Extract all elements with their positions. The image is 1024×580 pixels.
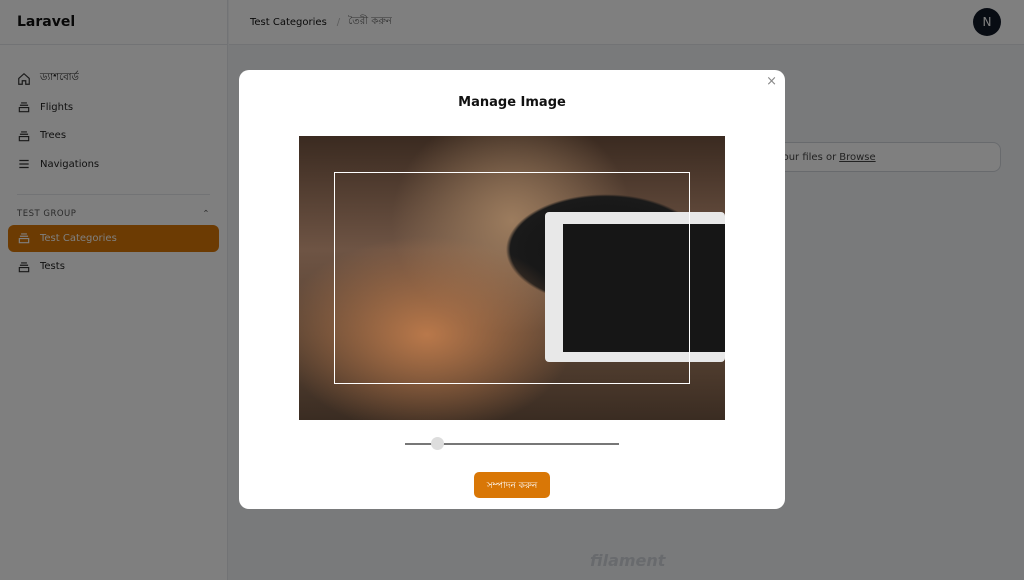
close-icon[interactable]: × (766, 74, 777, 89)
image-preview (299, 136, 725, 420)
slider-handle[interactable] (431, 437, 445, 450)
submit-button[interactable]: সম্পাদন করুন (474, 472, 550, 498)
manage-image-modal: × Manage Image সম্পাদন করুন (239, 70, 785, 509)
modal-title: Manage Image (458, 95, 566, 110)
crop-box[interactable] (334, 172, 690, 384)
zoom-slider[interactable] (405, 437, 619, 450)
